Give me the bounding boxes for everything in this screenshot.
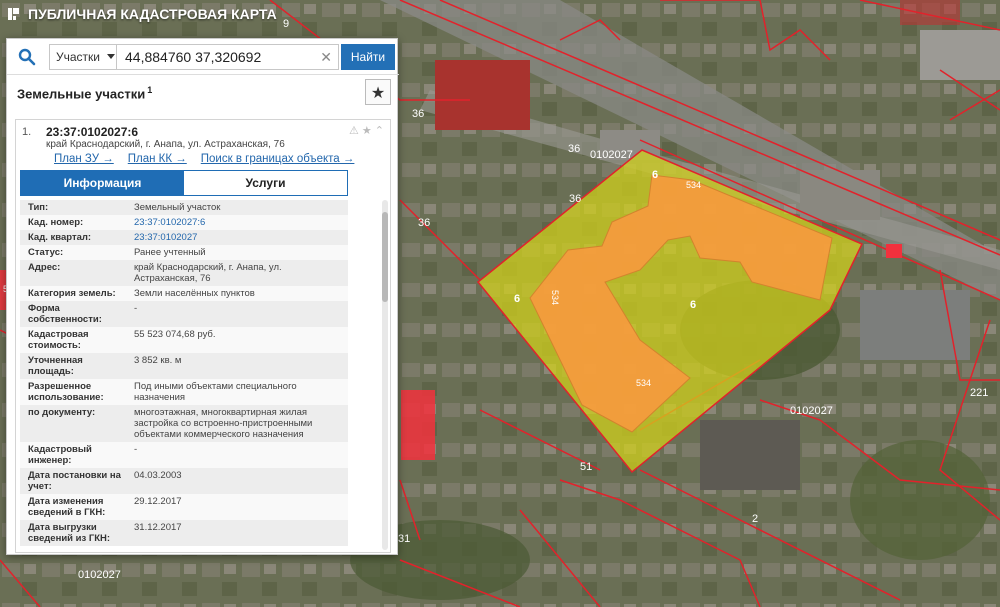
building-label: 534 — [686, 180, 701, 190]
info-table: Тип: Земельный участок Кад. номер: 23:37:0… — [20, 200, 348, 546]
app-title-bar: ПУБЛИЧНАЯ КАДАСТРОВАЯ КАРТА — [6, 6, 277, 22]
search-in-bounds-link[interactable]: Поиск в границах объекта → — [201, 153, 355, 165]
search-bar: Участки 44,884760 37,320692 ✕ Найти — [7, 39, 399, 75]
result-links: План ЗУ → План КК → Поиск в границах объ… — [54, 153, 354, 165]
result-count: 1 — [147, 85, 153, 95]
building-label: 534 — [636, 378, 651, 388]
building-dark — [700, 420, 800, 490]
chevron-up-icon[interactable]: ⌃ — [375, 124, 384, 137]
tab-information[interactable]: Информация — [21, 171, 184, 195]
star-icon: ★ — [370, 82, 386, 102]
info-row: Разрешенное использование: Под иными объе… — [20, 379, 348, 405]
building-gray — [860, 290, 970, 360]
search-panel: Участки 44,884760 37,320692 ✕ Найти Земе… — [6, 38, 399, 555]
info-row: Кадастровый инженер: - — [20, 442, 348, 468]
section-header: Земельные участки 1 ★ — [7, 77, 399, 109]
building-label: 534 — [550, 290, 560, 305]
app-title: ПУБЛИЧНАЯ КАДАСТРОВАЯ КАРТА — [28, 6, 277, 22]
info-row: по документу: многоэтажная, многоквартирн… — [20, 405, 348, 442]
plot-number-label: 31 — [398, 533, 410, 545]
plan-kk-link[interactable]: План КК → — [128, 153, 187, 165]
result-cadastral-id[interactable]: 23:37:0102027:6 — [46, 125, 138, 139]
result-scrollbar[interactable] — [382, 200, 388, 550]
info-row: Уточненная площадь: 3 852 кв. м — [20, 353, 348, 379]
favorite-button[interactable]: ★ — [365, 79, 391, 105]
quarter-label-top: 0102027 — [590, 149, 633, 161]
search-input[interactable]: 44,884760 37,320692 ✕ — [117, 43, 339, 70]
building-red-roof — [435, 60, 530, 130]
plot-number-label: 36 — [568, 143, 580, 155]
result-card: 1. 23:37:0102027:6 ⚠ ★ ⌃ край Краснодарс… — [15, 119, 391, 553]
star-icon[interactable]: ★ — [362, 124, 372, 137]
info-row: Категория земель: Земли населённых пункто… — [20, 286, 348, 301]
info-row: Статус: Ранее учтенный — [20, 245, 348, 260]
result-address: край Краснодарский, г. Анапа, ул. Астрах… — [46, 139, 285, 150]
result-actions: ⚠ ★ ⌃ — [349, 124, 384, 137]
cadastre-logo-icon — [6, 6, 22, 22]
tab-services[interactable]: Услуги — [184, 171, 347, 195]
plot-number-label: 36 — [412, 108, 424, 120]
search-icon[interactable] — [11, 43, 43, 71]
info-row: Адрес: край Краснодарский, г. Анапа, ул. … — [20, 260, 348, 286]
info-row: Тип: Земельный участок — [20, 200, 348, 215]
plot-number-label: 51 — [580, 461, 592, 473]
plot-number-label: 221 — [970, 387, 988, 399]
info-row: Кад. номер: 23:37:0102027:6 — [20, 215, 348, 230]
parcel-label: 6 — [690, 299, 696, 311]
parcel-red[interactable] — [401, 390, 435, 460]
result-tabs: Информация Услуги — [20, 170, 348, 196]
plot-number-label: 36 — [569, 193, 581, 205]
parcel-label: 6 — [514, 293, 520, 305]
quarter-label-right: 0102027 — [790, 405, 833, 417]
info-row: Кадастровая стоимость: 55 523 074,68 руб. — [20, 327, 348, 353]
search-type-select[interactable]: Участки — [49, 43, 117, 70]
info-row: Дата постановки на учет: 04.03.2003 — [20, 468, 348, 494]
clear-icon[interactable]: ✕ — [320, 49, 332, 65]
building-light — [920, 30, 1000, 80]
plot-number-label: 9 — [283, 18, 289, 30]
info-row: Кад. квартал: 23:37:0102027 — [20, 230, 348, 245]
search-input-value: 44,884760 37,320692 — [125, 48, 262, 65]
info-row: Форма собственности: - — [20, 301, 348, 327]
quarter-label-bottom: 0102027 — [78, 569, 121, 581]
parcel-red-small[interactable] — [886, 244, 902, 258]
section-title: Земельные участки 1 — [17, 85, 153, 102]
plot-number-label: 2 — [752, 513, 758, 525]
plan-zu-link[interactable]: План ЗУ → — [54, 153, 114, 165]
info-row: Дата выгрузки сведений из ГКН: 31.12.2017 — [20, 520, 348, 546]
result-number: 1. — [22, 126, 32, 138]
info-row: Дата изменения сведений в ГКН: 29.12.2017 — [20, 494, 348, 520]
plot-number-label: 36 — [418, 217, 430, 229]
find-button[interactable]: Найти — [341, 43, 395, 70]
warning-icon[interactable]: ⚠ — [349, 124, 359, 137]
search-type-label: Участки — [56, 49, 100, 64]
scrollbar-thumb[interactable] — [382, 212, 388, 302]
parcel-label: 6 — [652, 169, 658, 181]
chevron-down-icon — [107, 54, 115, 59]
